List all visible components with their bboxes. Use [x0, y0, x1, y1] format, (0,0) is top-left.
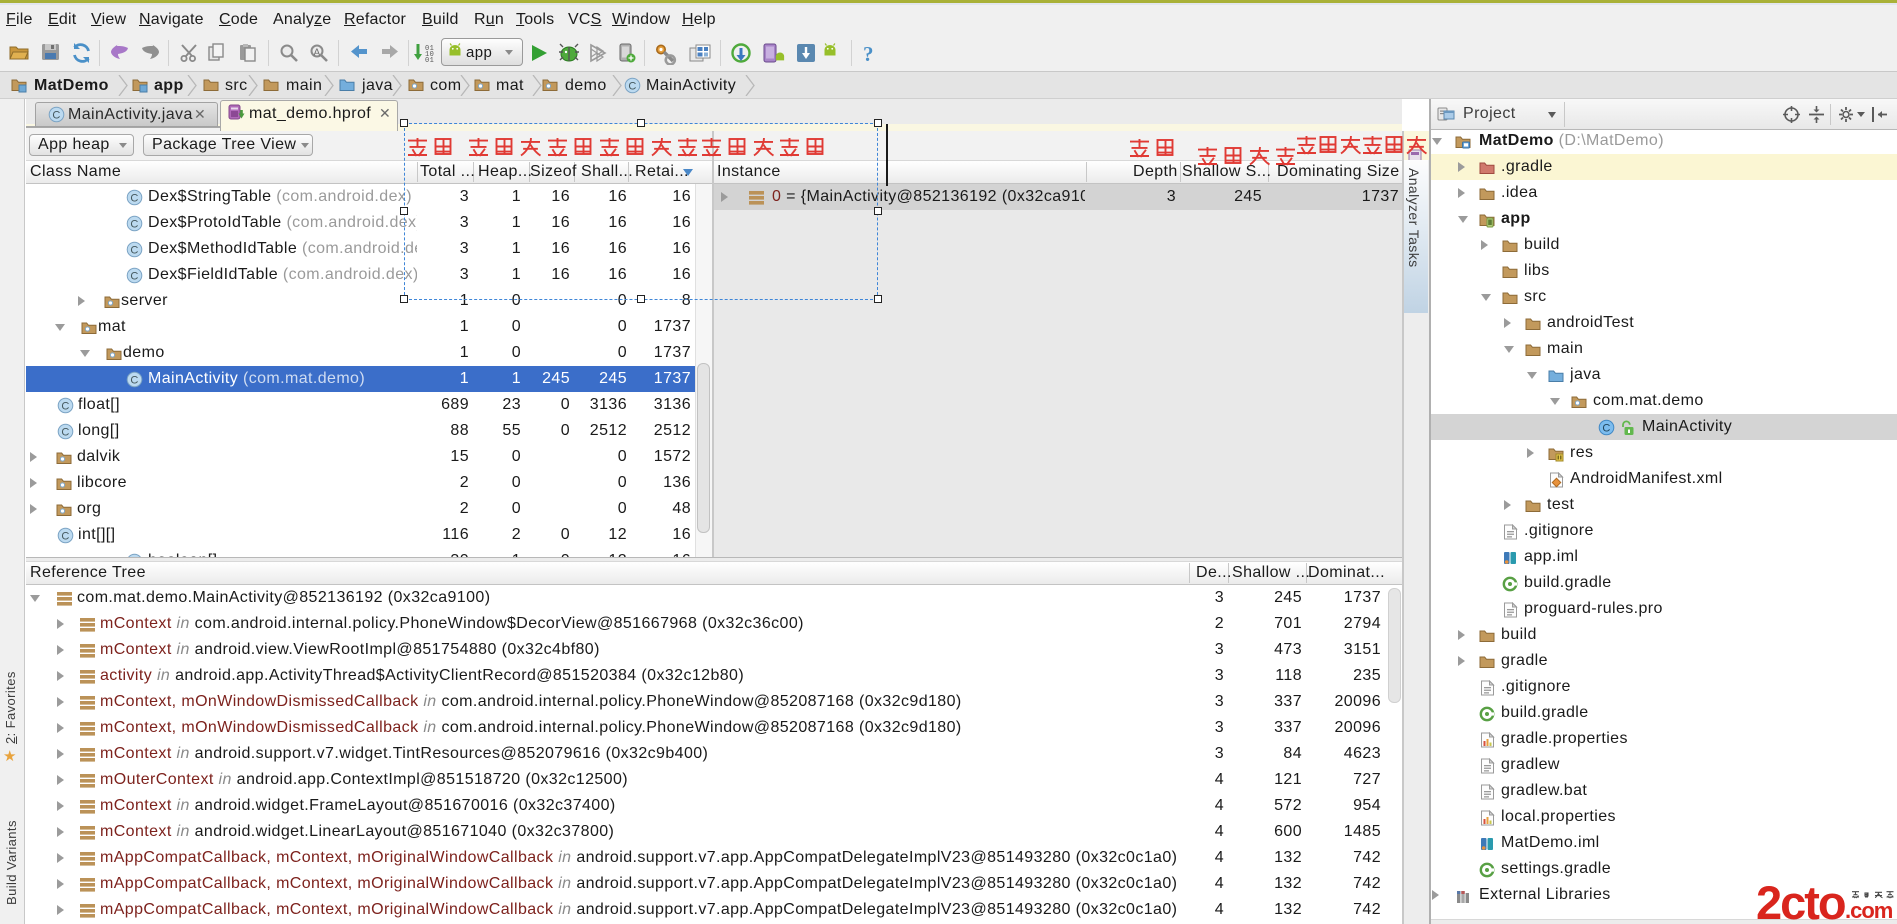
svg-text:?: ?	[863, 43, 874, 65]
svg-text:C: C	[628, 81, 636, 93]
svg-text:C: C	[1602, 423, 1610, 435]
svg-text:A: A	[314, 48, 321, 59]
svg-text:C: C	[130, 193, 138, 205]
svg-text:C: C	[130, 245, 138, 257]
svg-text:C: C	[52, 110, 60, 122]
svg-text:01: 01	[425, 57, 434, 63]
svg-text:C: C	[61, 427, 69, 439]
svg-text:C: C	[130, 375, 138, 387]
svg-text:C: C	[130, 219, 138, 231]
svg-text:C: C	[61, 531, 69, 543]
svg-text:C: C	[130, 271, 138, 283]
svg-text:C: C	[61, 401, 69, 413]
